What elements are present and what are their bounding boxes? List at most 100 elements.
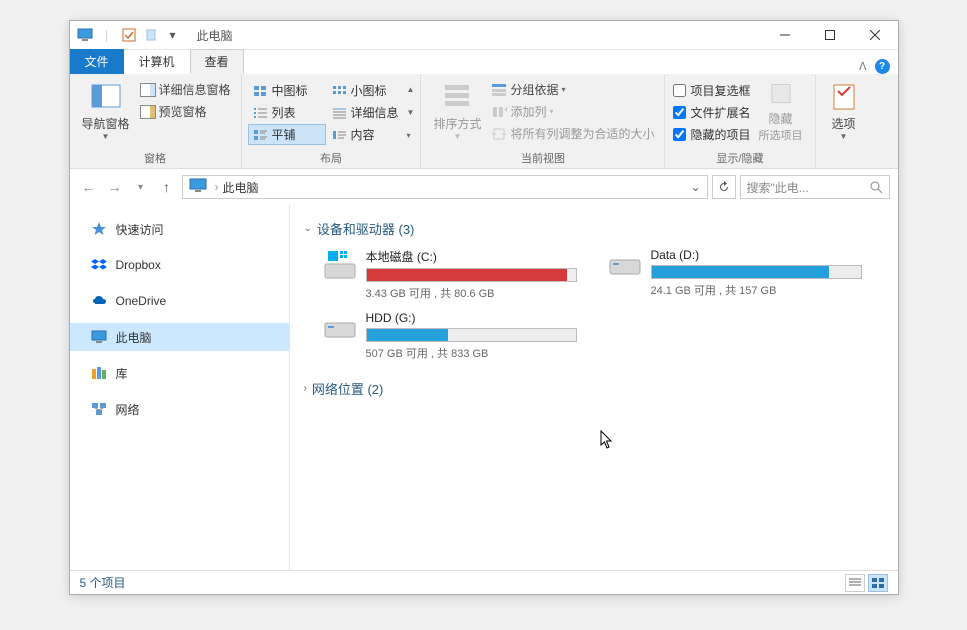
nav-pane-button[interactable]: 导航窗格 ▼: [76, 77, 136, 145]
chevron-right-icon: ›: [304, 383, 307, 394]
layout-medium-icons[interactable]: 中图标: [248, 80, 326, 101]
preview-pane-button[interactable]: 预览窗格: [136, 101, 235, 122]
layout-tiles[interactable]: 平铺: [248, 124, 326, 145]
sidebar-item-dropbox[interactable]: Dropbox: [70, 251, 289, 279]
ribbon-group-show-hide: 项目复选框 文件扩展名 隐藏的项目 隐藏 所选项目 显示/隐藏: [665, 74, 815, 168]
drive-usage-bar: [651, 265, 862, 279]
address-dropdown[interactable]: ⌄: [686, 180, 704, 194]
sidebar-item-label: 快速访问: [116, 221, 164, 238]
drive-d[interactable]: Data (D:) 24.1 GB 可用 , 共 157 GB: [607, 248, 862, 301]
hide-selected-label: 隐藏: [768, 110, 792, 127]
sidebar-item-this-pc[interactable]: 此电脑: [70, 323, 289, 351]
sidebar-item-network[interactable]: 网络: [70, 395, 289, 423]
breadcrumb-location[interactable]: 此电脑: [223, 179, 259, 196]
layout-scroll-down[interactable]: ▼: [407, 108, 415, 117]
group-by-button[interactable]: 分组依据 ▾: [487, 79, 658, 100]
sidebar-item-quick-access[interactable]: 快速访问: [70, 215, 289, 243]
drive-status: 507 GB 可用 , 共 833 GB: [366, 345, 577, 361]
recent-dropdown[interactable]: ▾: [130, 176, 152, 198]
group-label-show-hide: 显示/隐藏: [671, 148, 808, 168]
checkbox-hidden-items[interactable]: 隐藏的项目: [671, 125, 752, 144]
fit-columns-label: 将所有列调整为合适的大小: [510, 125, 654, 142]
search-placeholder: 搜索"此电...: [747, 179, 870, 196]
search-input[interactable]: 搜索"此电...: [740, 175, 890, 199]
sort-button[interactable]: 排序方式 ▼: [427, 77, 487, 145]
view-details-toggle[interactable]: [845, 574, 865, 592]
group-by-label: 分组依据: [510, 81, 558, 98]
sidebar-item-onedrive[interactable]: OneDrive: [70, 287, 289, 315]
network-icon: [90, 400, 108, 418]
group-label-panes: 窗格: [76, 148, 235, 168]
layout-expand[interactable]: ▾: [407, 131, 415, 140]
options-label: 选项: [831, 115, 855, 132]
svg-text:+: +: [504, 105, 507, 116]
drive-name: HDD (G:): [366, 311, 577, 325]
disk-icon: [322, 311, 358, 347]
dropbox-icon: [90, 256, 108, 274]
library-icon: [90, 364, 108, 382]
onedrive-icon: [90, 292, 108, 310]
nav-pane-label: 导航窗格: [82, 115, 130, 132]
body: 快速访问 Dropbox OneDrive 此电脑 库 网络: [70, 205, 898, 570]
minimize-button[interactable]: [763, 21, 808, 50]
checkbox-item-checkboxes[interactable]: 项目复选框: [671, 81, 752, 100]
sidebar-item-label: Dropbox: [116, 258, 161, 272]
layout-list[interactable]: 列表: [248, 102, 326, 123]
options-button[interactable]: 选项 ▼: [822, 77, 866, 145]
group-header-network[interactable]: › 网络位置 (2): [304, 375, 884, 402]
breadcrumb-sep[interactable]: ›: [211, 180, 223, 194]
sidebar-item-libraries[interactable]: 库: [70, 359, 289, 387]
sort-label: 排序方式: [433, 115, 481, 132]
details-pane-button[interactable]: 详细信息窗格: [136, 79, 235, 100]
star-icon: [90, 220, 108, 238]
maximize-button[interactable]: [808, 21, 853, 50]
preview-pane-icon: [140, 104, 156, 120]
address-bar[interactable]: › 此电脑 ⌄: [182, 175, 708, 199]
sidebar-item-label: 网络: [116, 401, 140, 418]
statusbar: 5 个项目: [70, 570, 898, 594]
qa-properties-icon[interactable]: [119, 25, 139, 45]
checkbox-filename-ext[interactable]: 文件扩展名: [671, 103, 752, 122]
layout-scroll-up[interactable]: ▲: [407, 85, 415, 94]
qa-separator: |: [97, 25, 117, 45]
add-columns-button: + 添加列 ▾: [487, 101, 658, 122]
qa-dropdown[interactable]: ▾: [163, 25, 183, 45]
hide-selected-button: 隐藏 所选项目: [753, 77, 809, 145]
cursor-icon: [600, 430, 614, 450]
windows-disk-icon: [322, 248, 358, 284]
layout-small-icons[interactable]: 小图标: [327, 80, 405, 101]
group-header-drives[interactable]: ⌄ 设备和驱动器 (3): [304, 215, 884, 242]
pc-icon: [75, 25, 95, 45]
search-icon: [870, 181, 883, 194]
back-button[interactable]: ←: [78, 176, 100, 198]
add-columns-label: 添加列: [510, 103, 546, 120]
hide-selected-sublabel: 所选项目: [759, 127, 803, 143]
help-icon[interactable]: ?: [875, 59, 890, 74]
layout-content[interactable]: 内容: [327, 124, 405, 145]
window-title: 此电脑: [197, 27, 233, 44]
view-tiles-toggle[interactable]: [868, 574, 888, 592]
refresh-button[interactable]: [712, 175, 736, 199]
close-button[interactable]: [853, 21, 898, 50]
group-by-icon: [491, 82, 507, 98]
ribbon-tabs: 文件 计算机 查看 ᐱ ?: [70, 50, 898, 74]
tab-view[interactable]: 查看: [190, 49, 244, 74]
fit-columns-icon: [491, 126, 507, 142]
tab-computer[interactable]: 计算机: [124, 49, 190, 74]
sidebar-item-label: 库: [116, 365, 128, 382]
sidebar: 快速访问 Dropbox OneDrive 此电脑 库 网络: [70, 205, 290, 570]
explorer-window: | ▾ 此电脑 文件 计算机 查看 ᐱ ?: [69, 20, 899, 595]
qa-blank-icon[interactable]: [141, 25, 161, 45]
ribbon-group-layout: 中图标 小图标 列表 详细信息 平铺 内容 ▲ ▼ ▾ 布局: [242, 74, 422, 168]
ribbon: 导航窗格 ▼ 详细信息窗格 预览窗格 窗格: [70, 74, 898, 169]
up-button[interactable]: ↑: [156, 176, 178, 198]
tab-file[interactable]: 文件: [70, 49, 124, 74]
group-title: 网络位置 (2): [312, 379, 384, 398]
add-columns-icon: +: [491, 104, 507, 120]
drive-g[interactable]: HDD (G:) 507 GB 可用 , 共 833 GB: [322, 311, 577, 361]
drive-c[interactable]: 本地磁盘 (C:) 3.43 GB 可用 , 共 80.6 GB: [322, 248, 577, 301]
details-pane-label: 详细信息窗格: [159, 81, 231, 98]
address-row: ← → ▾ ↑ › 此电脑 ⌄ 搜索"此电...: [70, 169, 898, 205]
layout-details[interactable]: 详细信息: [327, 102, 405, 123]
ribbon-collapse-icon[interactable]: ᐱ: [859, 60, 867, 73]
